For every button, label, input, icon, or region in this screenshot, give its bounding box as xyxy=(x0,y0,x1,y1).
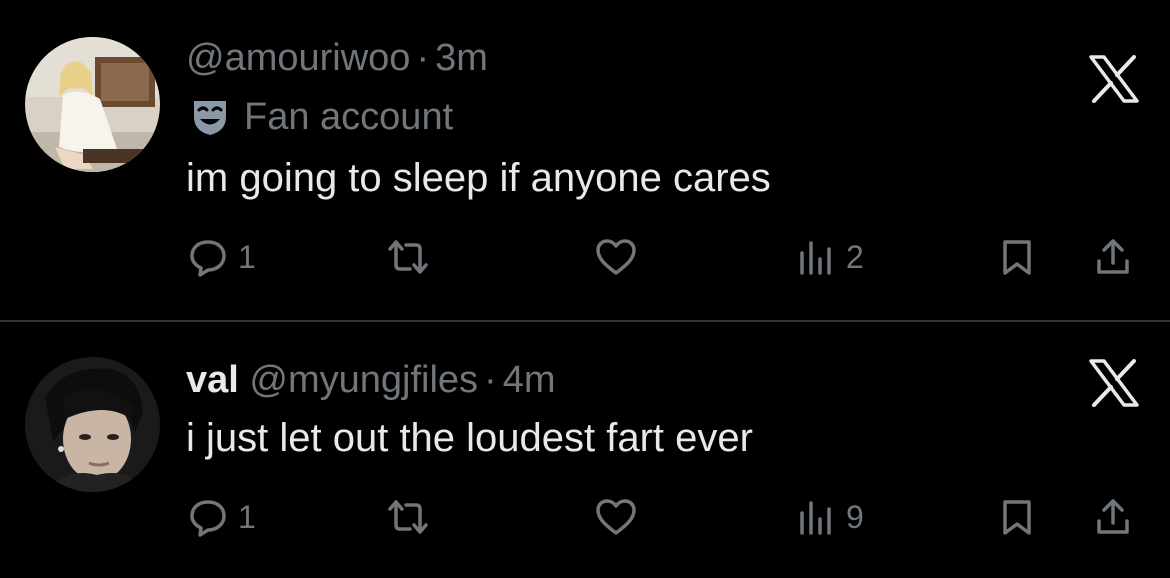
heart-icon xyxy=(596,239,636,275)
avatar-image xyxy=(25,357,160,492)
tweet-post[interactable]: @amouriwoo · 3m Fan account im going to sl… xyxy=(0,0,1170,320)
bookmark-button[interactable] xyxy=(997,235,1037,279)
bookmark-icon xyxy=(1003,240,1031,275)
reply-count: 1 xyxy=(238,498,256,535)
retweet-icon xyxy=(388,240,428,274)
views-chart-icon xyxy=(800,501,831,535)
retweet-button[interactable] xyxy=(386,495,430,539)
tweet-post[interactable]: val @myungjfiles · 4m i just let out the l… xyxy=(0,322,1170,578)
like-button[interactable] xyxy=(594,235,638,279)
account-label-text: Fan account xyxy=(244,96,454,138)
views-chart-icon xyxy=(800,241,831,275)
views-button[interactable]: 2 xyxy=(796,235,864,279)
user-handle[interactable]: @amouriwoo xyxy=(186,37,410,79)
tweet-header: val @myungjfiles · 4m xyxy=(186,358,556,402)
retweet-icon xyxy=(388,500,428,534)
theater-mask-icon xyxy=(190,97,230,137)
heart-icon xyxy=(596,499,636,535)
share-icon xyxy=(1097,499,1129,534)
x-logo-icon xyxy=(1088,359,1140,407)
like-button[interactable] xyxy=(594,495,638,539)
reply-button[interactable]: 1 xyxy=(188,235,256,279)
display-name[interactable]: val xyxy=(186,359,239,401)
reply-icon xyxy=(190,240,226,277)
bookmark-icon xyxy=(1003,500,1031,535)
header-separator: · xyxy=(484,359,497,401)
reply-count: 1 xyxy=(238,238,256,275)
reply-button[interactable]: 1 xyxy=(188,495,256,539)
user-handle[interactable]: @myungjfiles xyxy=(249,359,478,401)
header-separator: · xyxy=(416,37,430,79)
avatar-image xyxy=(25,37,160,172)
tweet-text: i just let out the loudest fart ever xyxy=(186,416,753,460)
reply-icon xyxy=(190,500,226,537)
tweet-text: im going to sleep if anyone cares xyxy=(186,156,771,200)
views-count: 9 xyxy=(846,498,864,535)
avatar[interactable] xyxy=(25,357,160,492)
share-button[interactable] xyxy=(1093,235,1133,279)
account-label: Fan account xyxy=(190,95,453,139)
tweet-actions: 1 xyxy=(0,235,1170,279)
views-count: 2 xyxy=(846,238,864,275)
bookmark-button[interactable] xyxy=(997,495,1037,539)
avatar[interactable] xyxy=(25,37,160,172)
tweet-header: @amouriwoo · 3m xyxy=(186,36,488,80)
tweet-timestamp[interactable]: 4m xyxy=(503,359,556,401)
tweet-actions: 1 xyxy=(0,495,1170,539)
retweet-button[interactable] xyxy=(386,235,430,279)
tweet-timestamp[interactable]: 3m xyxy=(435,37,488,79)
timeline-feed: @amouriwoo · 3m Fan account im going to sl… xyxy=(0,0,1170,578)
views-button[interactable]: 9 xyxy=(796,495,864,539)
x-logo-icon xyxy=(1088,55,1140,103)
share-button[interactable] xyxy=(1093,495,1133,539)
share-icon xyxy=(1097,239,1129,274)
